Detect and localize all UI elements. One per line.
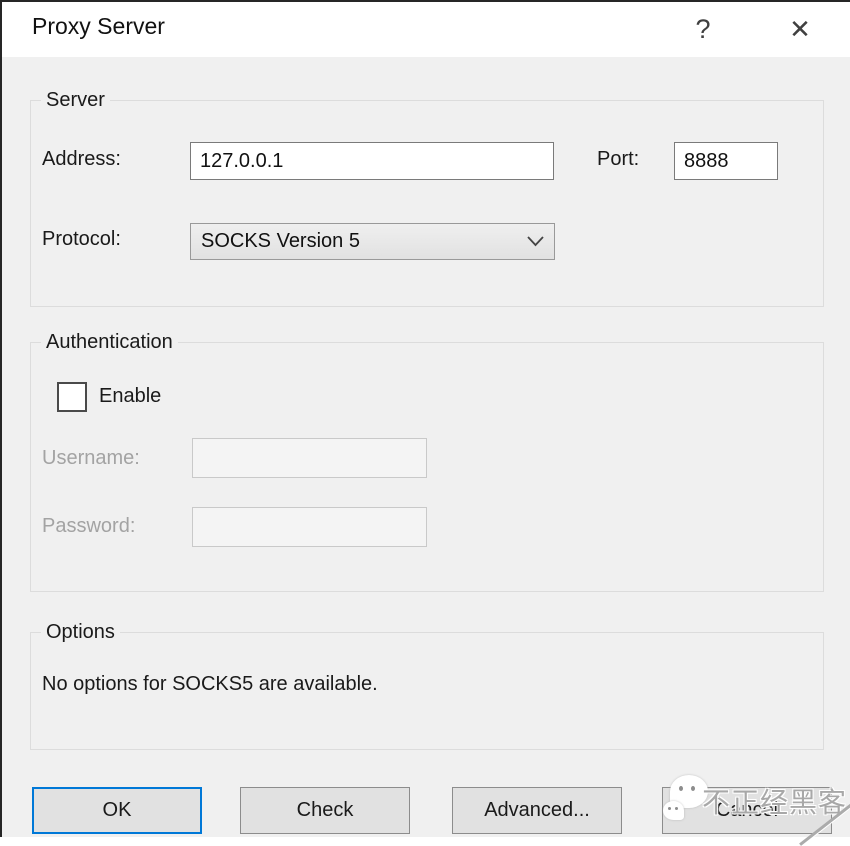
authentication-group-legend: Authentication <box>41 330 178 354</box>
dialog-body: Server Address: Port: Protocol: SOCKS Ve… <box>2 57 850 837</box>
address-input[interactable] <box>190 142 554 180</box>
options-message: No options for SOCKS5 are available. <box>42 673 378 696</box>
server-group-legend: Server <box>41 88 110 112</box>
port-label: Port: <box>597 148 639 171</box>
protocol-select[interactable]: SOCKS Version 5 <box>190 223 555 260</box>
username-label: Username: <box>42 447 140 470</box>
server-group: Server <box>30 100 824 307</box>
proxy-server-dialog: Proxy Server ? ✕ Server Address: Port: P… <box>0 0 850 837</box>
password-input <box>192 507 427 547</box>
password-label: Password: <box>42 515 135 538</box>
dialog-title: Proxy Server <box>32 13 165 40</box>
options-group-legend: Options <box>41 620 120 644</box>
port-input[interactable] <box>674 142 778 180</box>
protocol-selected-value: SOCKS Version 5 <box>201 230 360 253</box>
advanced-button[interactable]: Advanced... <box>452 787 622 834</box>
cancel-button[interactable]: Cancel <box>662 787 832 834</box>
enable-checkbox[interactable] <box>57 382 87 412</box>
chevron-down-icon <box>527 236 544 247</box>
close-icon: ✕ <box>789 14 811 45</box>
enable-label[interactable]: Enable <box>99 385 161 408</box>
address-label: Address: <box>42 148 121 171</box>
titlebar: Proxy Server ? ✕ <box>2 2 850 57</box>
help-icon: ? <box>695 14 710 45</box>
username-input <box>192 438 427 478</box>
check-button[interactable]: Check <box>240 787 410 834</box>
protocol-label: Protocol: <box>42 228 121 251</box>
help-button[interactable]: ? <box>683 2 723 57</box>
close-button[interactable]: ✕ <box>775 2 825 57</box>
authentication-group: Authentication <box>30 342 824 592</box>
ok-button[interactable]: OK <box>32 787 202 834</box>
